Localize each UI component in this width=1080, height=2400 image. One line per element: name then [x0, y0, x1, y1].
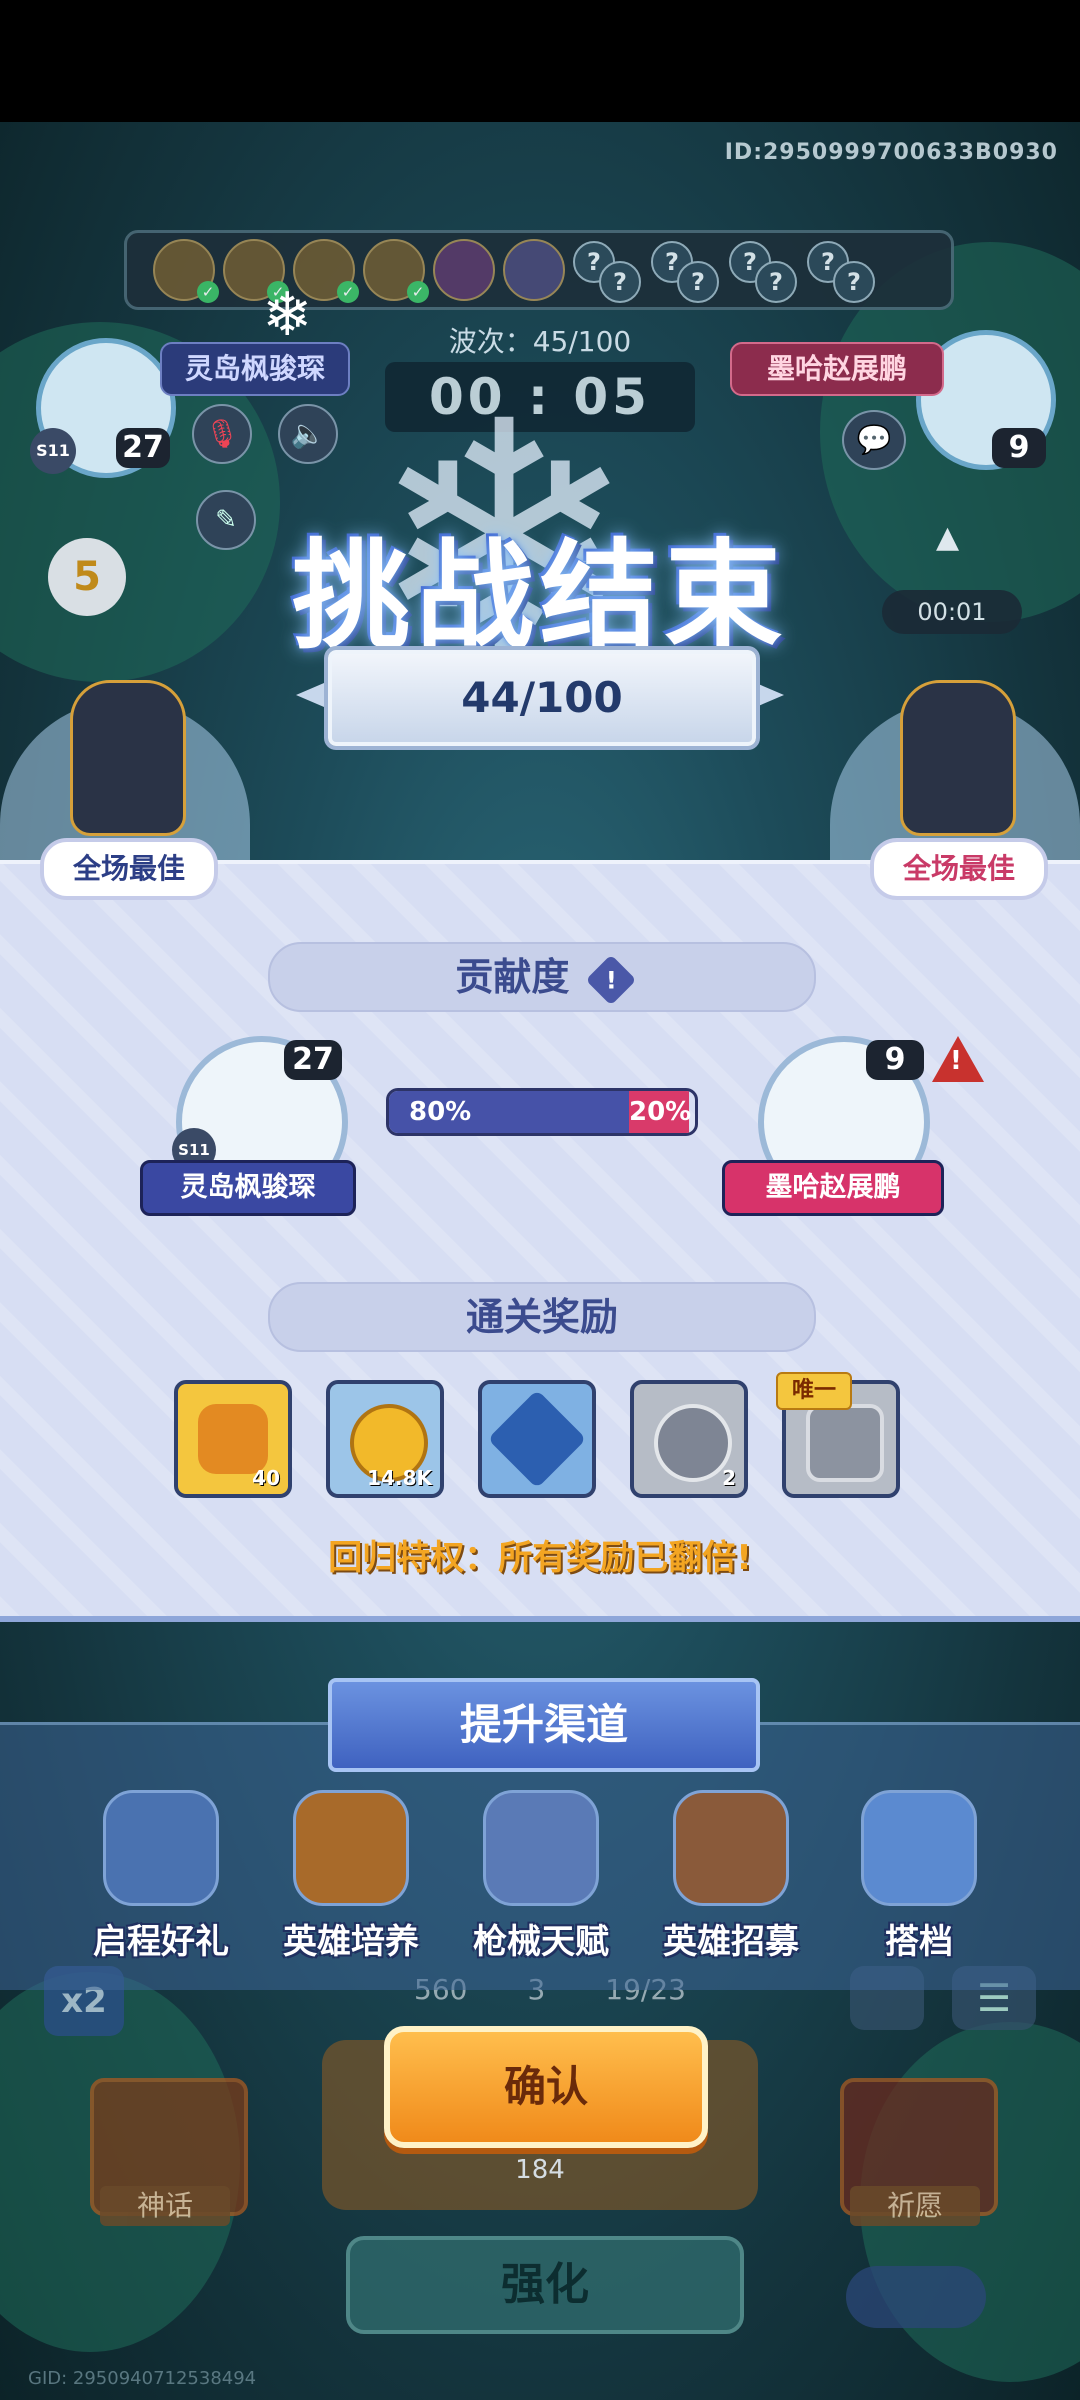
hero-portrait-right [900, 680, 1016, 836]
channel-gun-talent[interactable]: 枪械天赋 [456, 1790, 626, 1963]
reward-gold-coin[interactable]: 14.8K [326, 1380, 444, 1498]
contribution-player2-level: 9 [866, 1040, 924, 1080]
sword-medal-icon [654, 1404, 732, 1482]
hero-card-icon [293, 1790, 409, 1906]
speaker-off-icon[interactable]: 🔈 [278, 404, 338, 464]
player1-season-badge: S11 [30, 428, 76, 474]
player-id: ID:2950999700633B0930 [724, 140, 1058, 165]
contribution-left-fill: 80% [389, 1091, 629, 1133]
rewards-header: 通关奖励 [268, 1282, 816, 1352]
player2-level: 9 [992, 428, 1046, 468]
contribution-bar: 80% 20% [386, 1088, 698, 1136]
contribution-player2-name: 墨哈赵展鹏 [722, 1160, 944, 1216]
reward-count: 40 [252, 1466, 280, 1490]
channel-label: 搭档 [885, 1922, 953, 1962]
reward-crystal[interactable] [478, 1380, 596, 1498]
unknown-slot: ?? [729, 241, 799, 303]
channel-label: 枪械天赋 [473, 1922, 609, 1962]
reward-sword-medal[interactable]: 2 [630, 1380, 748, 1498]
check-icon: ✓ [407, 281, 429, 303]
player2-name: 墨哈赵展鹏 [730, 342, 944, 396]
check-icon: ✓ [197, 281, 219, 303]
hero-strip: ✓ ✓ ✓ ✓ ?? ?? ?? ?? [124, 230, 954, 310]
wish-label: 祈愿 [850, 2186, 980, 2226]
contribution-header: 贡献度 ! [268, 942, 816, 1012]
player1-name: 灵岛枫骏琛 [160, 342, 350, 396]
channel-hero-recruit[interactable]: 英雄招募 [646, 1790, 816, 1963]
unknown-slot: ?? [651, 241, 721, 303]
gift-hero-icon [103, 1790, 219, 1906]
crystal-icon [487, 1389, 587, 1489]
challenge-result-title: 挑战结束 [291, 527, 788, 665]
unknown-slot: ?? [807, 241, 877, 303]
enhance-button[interactable]: 强化 [346, 2236, 744, 2334]
coin-cost: 184 [515, 2155, 565, 2185]
info-icon[interactable]: ! [585, 954, 637, 1005]
snowflake-icon: ❄ [262, 280, 313, 350]
mythic-label: 神话 [100, 2186, 230, 2226]
channel-label: 英雄招募 [663, 1922, 799, 1962]
mic-off-icon[interactable]: 🎙 [192, 404, 252, 464]
channel-partner[interactable]: 搭档 [834, 1790, 1004, 1963]
gid-text: GID: 2950940712538494 [28, 2368, 257, 2389]
channel-starter-gift[interactable]: 启程好礼 [76, 1790, 246, 1963]
hero-slot: ✓ [153, 239, 219, 303]
partner-icon [861, 1790, 977, 1906]
unique-tag: 唯一 [776, 1372, 852, 1410]
channel-label: 启程好礼 [93, 1922, 229, 1962]
key-icon [198, 1404, 268, 1474]
channel-hero-training[interactable]: 英雄培养 [266, 1790, 436, 1963]
emblem-icon [806, 1404, 884, 1482]
check-icon: ✓ [337, 281, 359, 303]
player1-level: 27 [116, 428, 170, 468]
return-privilege-text: 回归特权：所有奖励已翻倍! [328, 1538, 752, 1578]
status-bar [0, 0, 1080, 122]
unknown-slot: ?? [573, 241, 643, 303]
confirm-button[interactable]: 确认 [384, 2026, 708, 2148]
contribution-right-fill: 20% [629, 1091, 691, 1133]
contribution-player1-name: 灵岛枫骏琛 [140, 1160, 356, 1216]
hero-slot: ✓ [363, 239, 429, 303]
recruit-icon [673, 1790, 789, 1906]
gun-icon [483, 1790, 599, 1906]
hero-slot [433, 239, 495, 301]
warning-mark: ! [950, 1046, 962, 1076]
reward-key[interactable]: 40 [174, 1380, 292, 1498]
upgrade-channel-title: 提升渠道 [328, 1678, 760, 1772]
best-player-right-badge: 全场最佳 [870, 838, 1048, 900]
hero-slot [503, 239, 565, 301]
contribution-title: 贡献度 [455, 955, 570, 999]
score-banner: 44/100 [328, 650, 756, 746]
best-player-left-badge: 全场最佳 [40, 838, 218, 900]
reward-count: 2 [722, 1466, 736, 1490]
speed-toggle[interactable] [846, 2266, 986, 2328]
chat-icon[interactable]: 💬 [842, 410, 906, 470]
reward-count: 14.8K [367, 1466, 432, 1490]
channel-label: 英雄培养 [283, 1922, 419, 1962]
hero-portrait-left [70, 680, 186, 836]
contribution-player1-level: 27 [284, 1040, 342, 1080]
